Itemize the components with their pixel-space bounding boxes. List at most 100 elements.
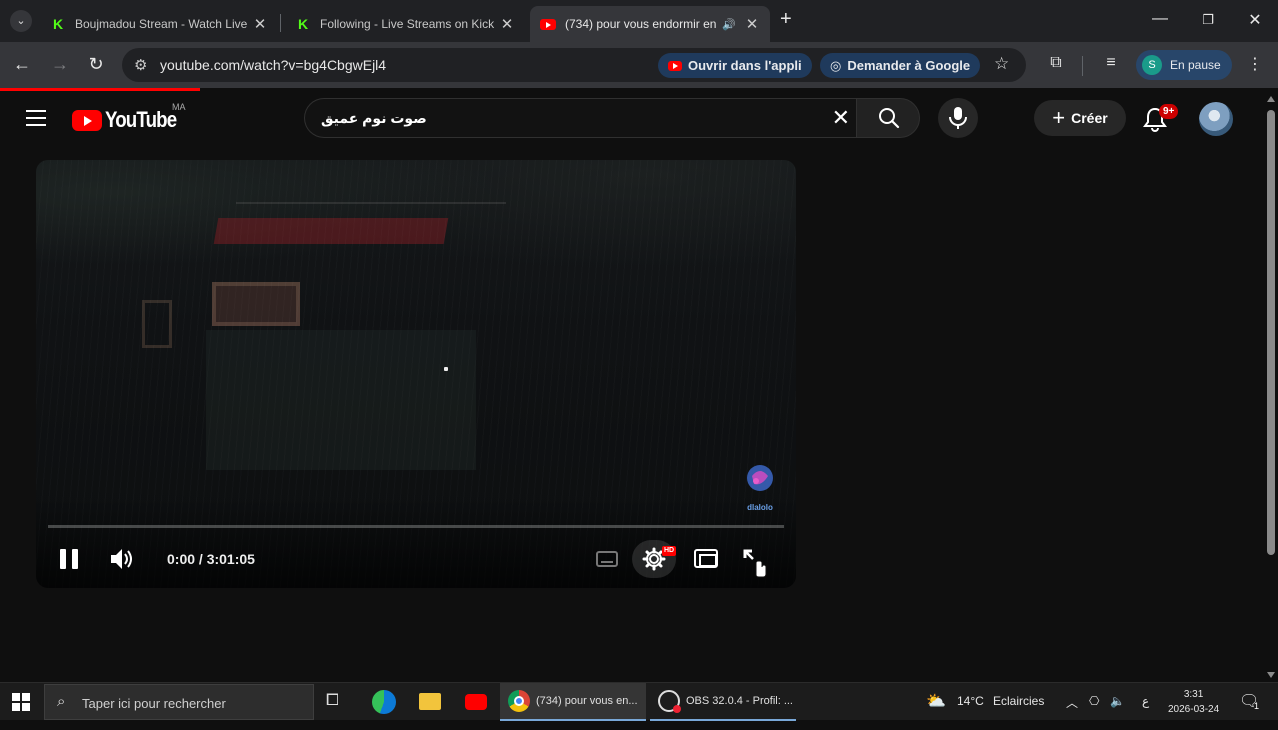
create-button[interactable]: + Créer: [1034, 100, 1126, 136]
search-button[interactable]: [856, 98, 920, 138]
microphone-icon: [949, 107, 967, 129]
volume-icon[interactable]: [108, 546, 136, 572]
theater-mode-button[interactable]: [694, 549, 718, 568]
time-display: 0:00 / 3:01:05: [167, 551, 255, 567]
tab-divider: [280, 14, 281, 32]
windows-taskbar: ⌕ Taper ici pour rechercher ⧠ (734) pour…: [0, 682, 1278, 721]
browser-toolbar: ← → ↻ ⚙ youtube.com/watch?v=bg4CbgwEjl4 …: [0, 42, 1278, 88]
video-player[interactable]: dlalolo 0:00 / 3:01:05 HD: [36, 160, 796, 588]
plus-icon: +: [1052, 105, 1066, 130]
pause-button[interactable]: [60, 549, 78, 569]
windows-start-icon[interactable]: [12, 693, 30, 711]
toolbar-divider: [1082, 56, 1083, 76]
clock-time: 3:31: [1183, 689, 1204, 700]
search-icon: ⌕: [57, 693, 66, 710]
meet-now-icon[interactable]: ⎔: [1089, 694, 1099, 708]
obs-icon: [658, 690, 681, 713]
forward-arrow-icon[interactable]: →: [48, 54, 72, 75]
site-info-icon[interactable]: ⚙: [134, 56, 147, 74]
bookmark-star-icon[interactable]: ☆: [994, 54, 1009, 74]
window-close-icon[interactable]: ✕: [1243, 10, 1267, 30]
tab-title: (734) pour vous endormir en: [565, 17, 717, 31]
tab-title: Boujmadou Stream - Watch Live: [75, 17, 248, 31]
address-bar[interactable]: ⚙ youtube.com/watch?v=bg4CbgwEjl4 Ouvrir…: [122, 48, 1026, 82]
hamburger-menu-icon[interactable]: [26, 110, 46, 131]
page-load-progress: [0, 88, 200, 91]
tab-following-kick[interactable]: K Following - Live Streams on Kick ✕: [285, 6, 525, 42]
open-in-app-label: Ouvrir dans l'appli: [688, 58, 802, 73]
search-query[interactable]: صوت نوم عميق: [321, 110, 427, 127]
ask-google-chip[interactable]: ◎ Demander à Google: [820, 53, 981, 78]
open-in-app-chip[interactable]: Ouvrir dans l'appli: [658, 53, 812, 78]
speaker-icon[interactable]: 🔊: [722, 18, 736, 31]
scroll-down-arrow-icon[interactable]: [1267, 672, 1275, 678]
tray-expand-icon[interactable]: ︿: [1066, 694, 1078, 711]
search-icon: [879, 108, 900, 129]
url-text[interactable]: youtube.com/watch?v=bg4CbgwEjl4: [160, 57, 386, 73]
taskbar-chrome-window[interactable]: (734) pour vous en...: [500, 683, 646, 721]
subtitles-button[interactable]: [596, 551, 618, 567]
restore-icon[interactable]: ❐: [1196, 12, 1220, 28]
clear-search-icon[interactable]: ✕: [832, 105, 850, 131]
profile-avatar: S: [1142, 55, 1162, 75]
menu-kebab-icon[interactable]: ⋮: [1244, 54, 1266, 74]
hd-badge: HD: [662, 546, 677, 556]
scrollbar-thumb[interactable]: [1267, 110, 1275, 555]
clock-date: 2026-03-24: [1168, 704, 1220, 715]
video-frame-light: [444, 367, 448, 371]
minimize-icon[interactable]: —: [1148, 10, 1172, 28]
watermark-text: dlalolo: [747, 503, 773, 512]
pause-bar-right: [72, 549, 78, 569]
search-input[interactable]: صوت نوم عميق ✕: [304, 98, 856, 138]
new-tab-button[interactable]: +: [780, 8, 792, 31]
profile-status: En pause: [1170, 58, 1221, 72]
account-avatar[interactable]: [1199, 102, 1233, 136]
input-language[interactable]: ع: [1142, 694, 1149, 708]
pause-bar-left: [60, 549, 66, 569]
extensions-icon[interactable]: ⧉: [1045, 54, 1067, 72]
video-progress-bar[interactable]: [48, 525, 784, 528]
weather-condition[interactable]: Eclaircies: [993, 694, 1044, 708]
weather-icon[interactable]: ⛅: [926, 691, 946, 711]
youtube-app-icon[interactable]: [465, 694, 487, 710]
taskbar-obs-window[interactable]: OBS 32.0.4 - Profil: ...: [650, 683, 796, 721]
youtube-icon: [668, 60, 682, 71]
tab-youtube-active[interactable]: (734) pour vous endormir en 🔊 ✕: [530, 6, 770, 42]
system-clock[interactable]: 3:31 2026-03-24: [1168, 687, 1219, 717]
controls-gradient: [36, 498, 796, 588]
profile-button[interactable]: S En pause: [1136, 50, 1232, 80]
task-view-icon[interactable]: ⧠: [326, 692, 339, 730]
tab-title: Following - Live Streams on Kick: [320, 17, 495, 31]
chrome-icon: [508, 690, 530, 712]
youtube-icon: [540, 16, 556, 32]
kick-icon: K: [297, 16, 309, 32]
channel-watermark[interactable]: dlalolo: [740, 462, 780, 512]
create-label: Créer: [1071, 110, 1108, 126]
youtube-logo-text: YouTube: [105, 107, 177, 132]
taskbar-chrome-label: (734) pour vous en...: [536, 695, 638, 707]
tab-search-button[interactable]: ⌄: [10, 10, 32, 32]
close-icon[interactable]: ✕: [252, 15, 268, 33]
speaker-icon[interactable]: 🔈: [1110, 694, 1125, 708]
taskbar-obs-label: OBS 32.0.4 - Profil: ...: [686, 695, 793, 707]
tab-boujmadou[interactable]: K Boujmadou Stream - Watch Live ✕: [40, 6, 278, 42]
fullscreen-icon[interactable]: [742, 548, 772, 578]
back-arrow-icon[interactable]: ←: [10, 54, 34, 75]
youtube-play-icon: [72, 109, 102, 131]
close-icon[interactable]: ✕: [499, 15, 515, 33]
browser-tab-strip: ⌄ K Boujmadou Stream - Watch Live ✕ K Fo…: [0, 0, 1278, 42]
file-explorer-icon[interactable]: [419, 693, 441, 710]
youtube-logo[interactable]: YouTube MA: [72, 102, 189, 133]
media-control-icon[interactable]: ≡: [1100, 54, 1122, 72]
ask-google-label: Demander à Google: [847, 58, 971, 73]
notification-count-badge: 9+: [1159, 104, 1179, 119]
taskbar-search-input[interactable]: ⌕ Taper ici pour rechercher: [44, 684, 314, 720]
reload-icon[interactable]: ↻: [84, 54, 108, 75]
close-icon[interactable]: ✕: [744, 15, 760, 33]
weather-temp[interactable]: 14°C: [957, 694, 984, 708]
voice-search-button[interactable]: [938, 98, 978, 138]
page-scrollbar[interactable]: [1264, 92, 1278, 682]
scroll-up-arrow-icon[interactable]: [1267, 96, 1275, 102]
watermark-logo-icon: [747, 465, 773, 491]
edge-icon[interactable]: [372, 690, 396, 714]
